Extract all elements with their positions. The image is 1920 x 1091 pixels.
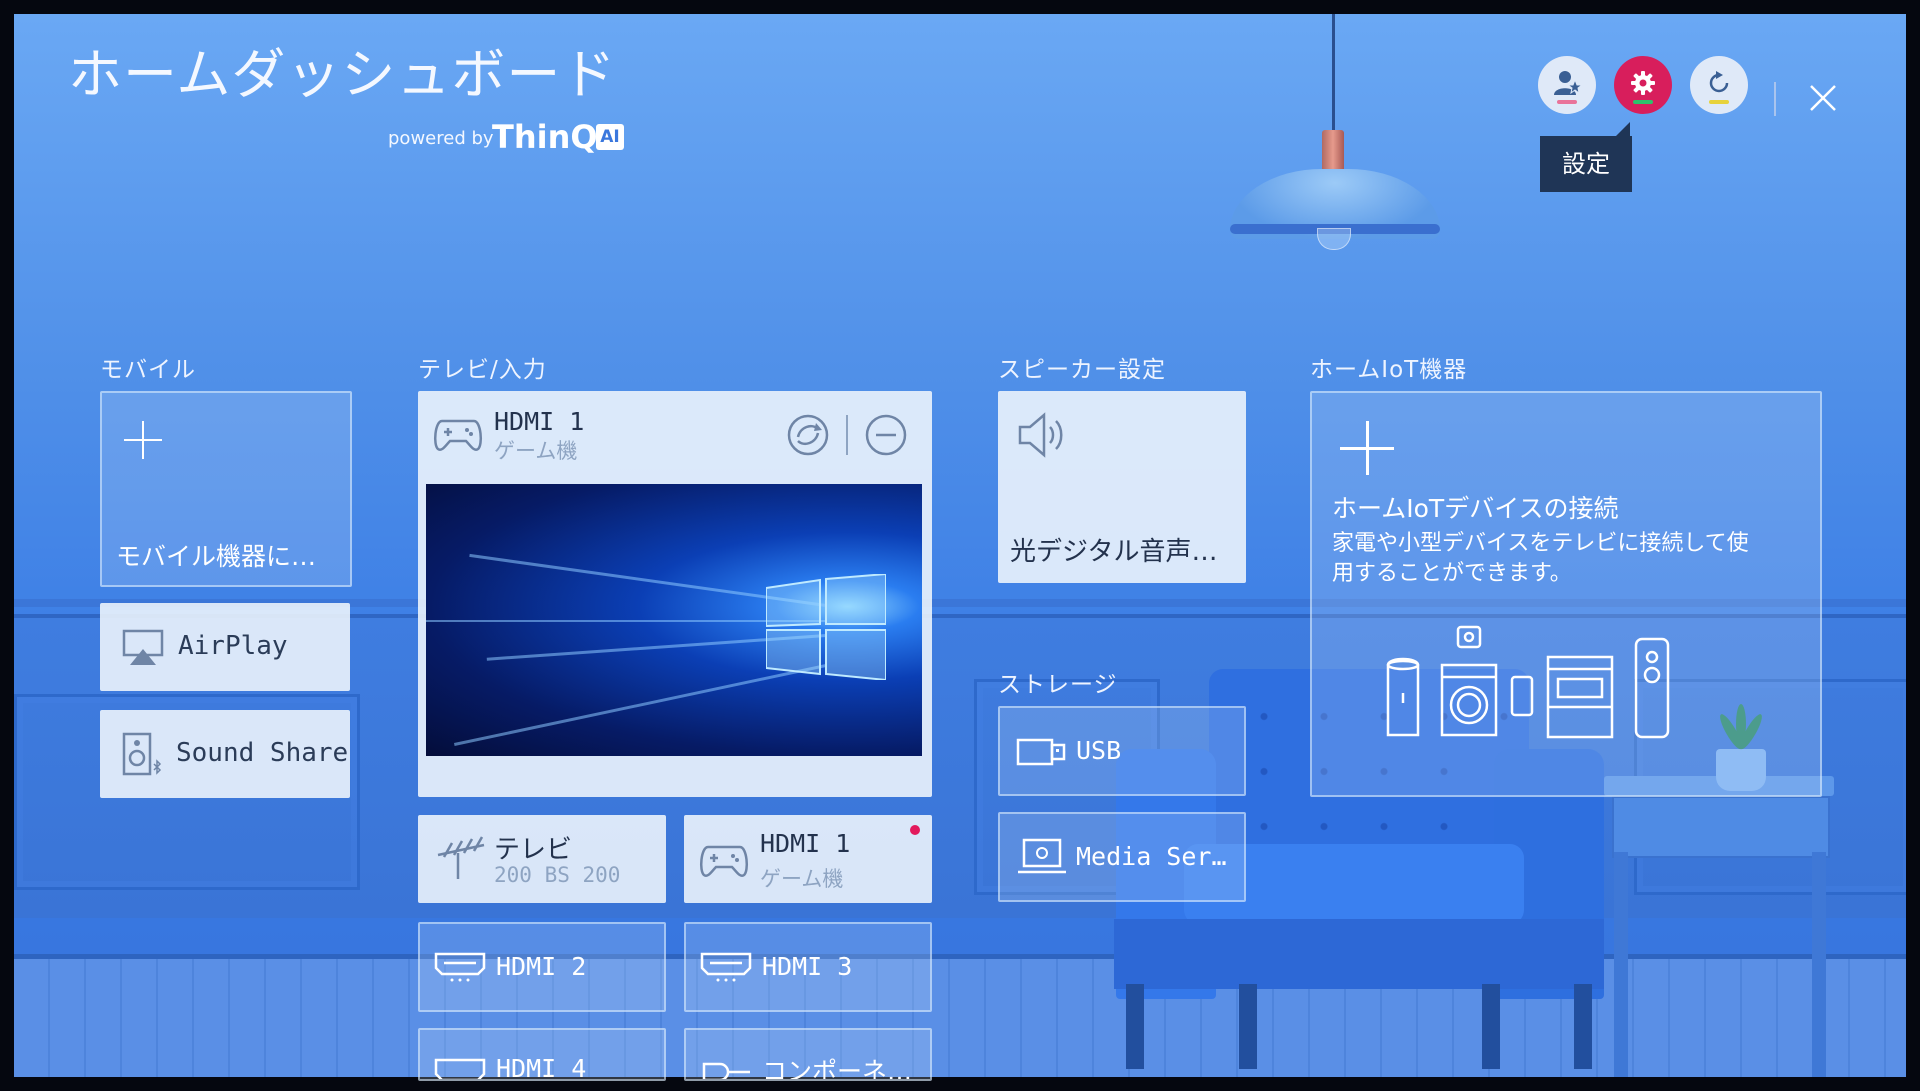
refresh-indicator	[1709, 100, 1729, 104]
armchair-leg	[1482, 984, 1500, 1069]
sound-share-card[interactable]: Sound Share	[100, 710, 350, 798]
lamp-neck	[1322, 130, 1344, 174]
lamp-cord	[1332, 14, 1335, 132]
powered-by-label: powered by	[388, 128, 494, 149]
account-indicator	[1557, 100, 1577, 104]
storage-usb-card[interactable]: USB	[998, 706, 1246, 796]
home-iot-description-line2: 用することができます。	[1332, 561, 1572, 586]
refresh-icon	[1709, 71, 1729, 93]
gamepad-icon	[699, 845, 749, 877]
windows-logo-icon	[766, 574, 886, 680]
side-table-leg	[1614, 852, 1628, 1077]
account-button[interactable]	[1538, 56, 1596, 114]
media-server-icon	[1018, 838, 1066, 874]
toolbar-divider	[1774, 82, 1776, 116]
input-hdmi4-card[interactable]: HDMI 4	[418, 1028, 666, 1081]
settings-button[interactable]	[1614, 56, 1672, 114]
section-home-iot: ホームIoT機器	[1310, 357, 1468, 383]
armchair-leg	[1126, 984, 1144, 1069]
current-input-device: ゲーム機	[494, 439, 578, 463]
airplay-icon	[122, 629, 164, 665]
active-input-dot	[910, 825, 920, 835]
settings-tooltip: 設定	[1540, 122, 1632, 192]
speaker-bluetooth-icon	[122, 732, 162, 776]
input-tv-card[interactable]: テレビ 200 BS 200	[418, 815, 666, 903]
armchair-leg	[1574, 984, 1592, 1069]
input-hdmi1-name: HDMI 1	[760, 829, 851, 858]
input-component-name: コンポーネ…	[762, 1057, 913, 1081]
gamepad-icon	[433, 419, 483, 451]
home-iot-card[interactable]: ホームIoTデバイスの接続 家電や小型デバイスをテレビに接続して使 用することが…	[1310, 391, 1822, 797]
input-hdmi3-name: HDMI 3	[762, 952, 853, 981]
speaker-icon	[1018, 412, 1063, 458]
add-mobile-device-card[interactable]: モバイル機器に…	[100, 391, 352, 587]
plus-icon	[1340, 421, 1394, 475]
gear-icon	[1631, 71, 1655, 95]
armchair-base	[1114, 919, 1604, 989]
side-table-leg	[1812, 852, 1826, 1077]
sound-share-label: Sound Share	[176, 738, 349, 768]
section-storage: ストレージ	[998, 672, 1118, 698]
input-tv-channel: 200 BS 200	[494, 863, 621, 887]
section-tv-input: テレビ/入力	[418, 357, 547, 383]
refresh-button[interactable]	[1690, 56, 1748, 114]
home-iot-description-line1: 家電や小型デバイスをテレビに接続して使	[1332, 531, 1749, 556]
antenna-icon	[437, 836, 485, 879]
component-icon	[702, 1062, 750, 1079]
iot-appliances-icon	[1386, 625, 1670, 739]
hdmi-icon	[700, 952, 752, 982]
current-input-name: HDMI 1	[494, 407, 585, 436]
airplay-label: AirPlay	[178, 631, 288, 661]
input-edit-icon[interactable]	[786, 413, 830, 457]
minus-circle-icon[interactable]	[864, 413, 908, 457]
input-hdmi4-name: HDMI 4	[496, 1054, 587, 1081]
input-hdmi2-name: HDMI 2	[496, 952, 587, 981]
close-icon[interactable]	[1805, 80, 1841, 116]
hdmi-icon	[434, 952, 486, 982]
storage-media-server-card[interactable]: Media Ser…	[998, 812, 1246, 902]
card-action-divider	[846, 415, 848, 455]
hdmi-icon	[434, 1058, 486, 1079]
section-speaker: スピーカー設定	[998, 357, 1166, 383]
speaker-output-label: 光デジタル音声…	[1010, 537, 1218, 567]
speaker-card[interactable]: 光デジタル音声…	[998, 391, 1246, 583]
add-mobile-label: モバイル機器に…	[116, 542, 317, 571]
side-table-drawer	[1612, 796, 1830, 858]
lamp-bulb	[1317, 228, 1351, 250]
home-iot-title: ホームIoTデバイスの接続	[1332, 494, 1619, 523]
input-hdmi3-card[interactable]: HDMI 3	[684, 922, 932, 1012]
storage-usb-name: USB	[1076, 736, 1122, 765]
page-title: ホームダッシュボード	[68, 43, 617, 106]
input-component-card[interactable]: コンポーネ…	[684, 1028, 932, 1081]
user-star-icon	[1554, 71, 1582, 95]
plus-icon	[124, 421, 162, 459]
usb-icon	[1016, 738, 1066, 766]
airplay-card[interactable]: AirPlay	[100, 603, 350, 691]
input-hdmi1-device: ゲーム機	[760, 867, 844, 891]
thinq-logo: ThinQ	[492, 118, 598, 156]
input-hdmi1-card[interactable]: HDMI 1 ゲーム機	[684, 815, 932, 903]
input-hdmi2-card[interactable]: HDMI 2	[418, 922, 666, 1012]
section-mobile: モバイル	[100, 357, 196, 383]
armchair-leg	[1239, 984, 1257, 1069]
input-tv-name: テレビ	[494, 835, 573, 865]
ai-badge: AI	[596, 124, 624, 150]
settings-indicator	[1633, 100, 1653, 104]
storage-media-server-name: Media Ser…	[1076, 842, 1227, 871]
